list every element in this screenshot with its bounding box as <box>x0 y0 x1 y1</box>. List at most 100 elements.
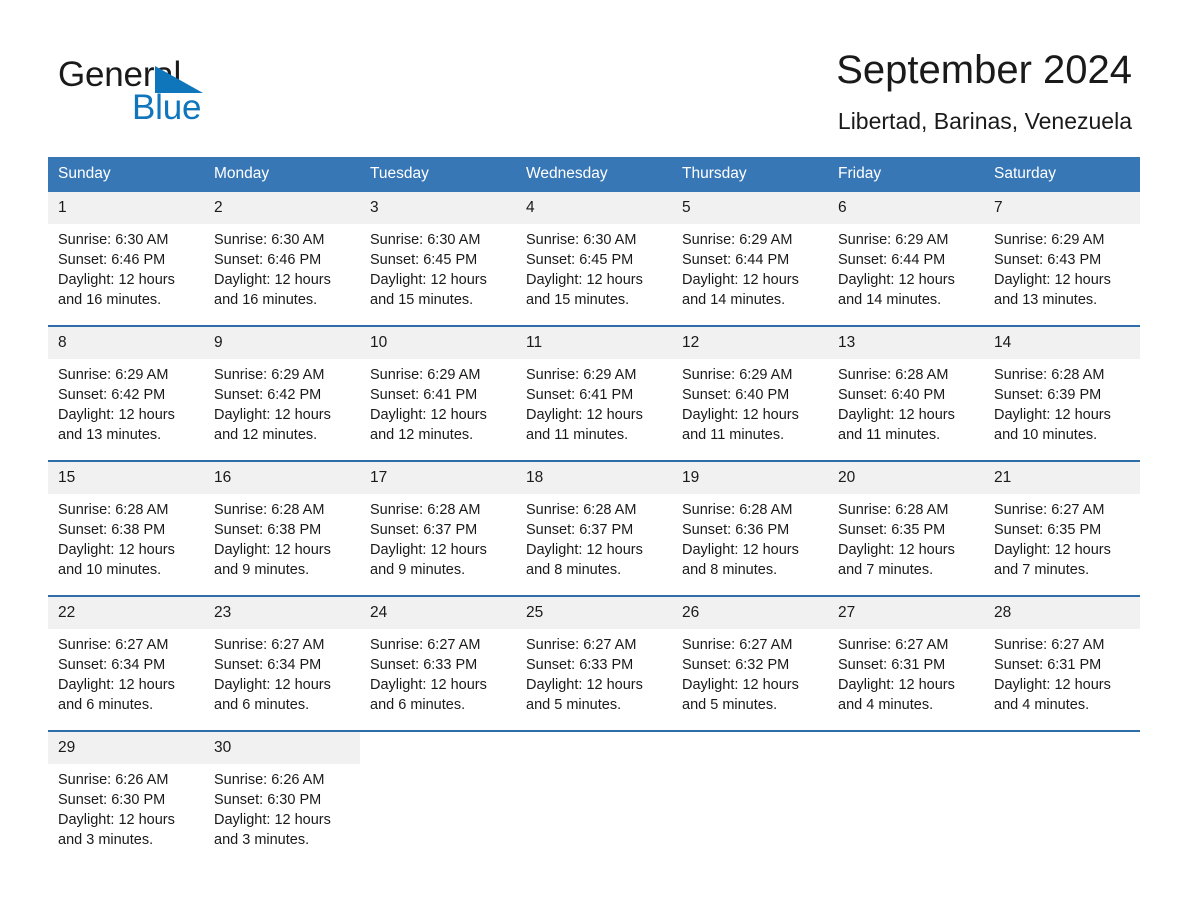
day-cell[interactable]: 18 Sunrise: 6:28 AM Sunset: 6:37 PM Dayl… <box>516 460 672 596</box>
daylight-text: Daylight: 12 hours and 16 minutes. <box>214 272 331 308</box>
weekday-header-saturday: Saturday <box>984 157 1140 192</box>
title-block: September 2024 Libertad, Barinas, Venezu… <box>836 46 1132 135</box>
day-cell[interactable]: 7 Sunrise: 6:29 AM Sunset: 6:43 PM Dayli… <box>984 192 1140 326</box>
day-cell[interactable]: 17 Sunrise: 6:28 AM Sunset: 6:37 PM Dayl… <box>360 460 516 596</box>
day-number: 24 <box>360 597 516 629</box>
sunset-text: Sunset: 6:38 PM <box>58 522 166 538</box>
daylight-text: Daylight: 12 hours and 14 minutes. <box>682 272 799 308</box>
day-number: 6 <box>828 192 984 224</box>
day-details: Sunrise: 6:28 AM Sunset: 6:38 PM Dayligh… <box>48 494 204 580</box>
day-cell[interactable]: 9 Sunrise: 6:29 AM Sunset: 6:42 PM Dayli… <box>204 325 360 461</box>
day-cell[interactable]: 20 Sunrise: 6:28 AM Sunset: 6:35 PM Dayl… <box>828 460 984 596</box>
sunset-text: Sunset: 6:45 PM <box>370 252 478 268</box>
day-number: 25 <box>516 597 672 629</box>
day-cell[interactable]: 28 Sunrise: 6:27 AM Sunset: 6:31 PM Dayl… <box>984 595 1140 731</box>
day-cell[interactable]: 14 Sunrise: 6:28 AM Sunset: 6:39 PM Dayl… <box>984 325 1140 461</box>
week-row: 29 Sunrise: 6:26 AM Sunset: 6:30 PM Dayl… <box>48 730 1140 865</box>
sunset-text: Sunset: 6:33 PM <box>526 657 634 673</box>
day-cell[interactable]: 15 Sunrise: 6:28 AM Sunset: 6:38 PM Dayl… <box>48 460 204 596</box>
sunrise-text: Sunrise: 6:29 AM <box>370 367 481 383</box>
day-number: 23 <box>204 597 360 629</box>
day-number: 17 <box>360 462 516 494</box>
day-cell[interactable]: 11 Sunrise: 6:29 AM Sunset: 6:41 PM Dayl… <box>516 325 672 461</box>
daylight-text: Daylight: 12 hours and 15 minutes. <box>370 272 487 308</box>
sunrise-text: Sunrise: 6:27 AM <box>994 637 1105 653</box>
day-cell[interactable]: 24 Sunrise: 6:27 AM Sunset: 6:33 PM Dayl… <box>360 595 516 731</box>
daylight-text: Daylight: 12 hours and 4 minutes. <box>838 677 955 713</box>
daylight-text: Daylight: 12 hours and 11 minutes. <box>526 407 643 443</box>
day-cell[interactable]: 22 Sunrise: 6:27 AM Sunset: 6:34 PM Dayl… <box>48 595 204 731</box>
daylight-text: Daylight: 12 hours and 9 minutes. <box>370 542 487 578</box>
day-number <box>984 732 1140 764</box>
sunrise-sunset-calendar: Sunday Monday Tuesday Wednesday Thursday… <box>48 157 1140 865</box>
day-cell[interactable]: 26 Sunrise: 6:27 AM Sunset: 6:32 PM Dayl… <box>672 595 828 731</box>
day-cell[interactable]: 25 Sunrise: 6:27 AM Sunset: 6:33 PM Dayl… <box>516 595 672 731</box>
day-cell[interactable]: 19 Sunrise: 6:28 AM Sunset: 6:36 PM Dayl… <box>672 460 828 596</box>
calendar-page: General Blue September 2024 Libertad, Ba… <box>0 0 1188 918</box>
sunrise-text: Sunrise: 6:27 AM <box>838 637 949 653</box>
sunset-text: Sunset: 6:32 PM <box>682 657 790 673</box>
day-cell[interactable]: 8 Sunrise: 6:29 AM Sunset: 6:42 PM Dayli… <box>48 325 204 461</box>
day-number: 20 <box>828 462 984 494</box>
day-cell[interactable]: 21 Sunrise: 6:27 AM Sunset: 6:35 PM Dayl… <box>984 460 1140 596</box>
calendar-body: 1 Sunrise: 6:30 AM Sunset: 6:46 PM Dayli… <box>48 192 1140 865</box>
day-cell[interactable]: 13 Sunrise: 6:28 AM Sunset: 6:40 PM Dayl… <box>828 325 984 461</box>
sunrise-text: Sunrise: 6:28 AM <box>994 367 1105 383</box>
day-cell[interactable]: 3 Sunrise: 6:30 AM Sunset: 6:45 PM Dayli… <box>360 192 516 326</box>
day-cell-empty <box>828 730 984 865</box>
day-cell-empty <box>360 730 516 865</box>
daylight-text: Daylight: 12 hours and 13 minutes. <box>994 272 1111 308</box>
sunset-text: Sunset: 6:34 PM <box>58 657 166 673</box>
sunset-text: Sunset: 6:42 PM <box>214 387 322 403</box>
daylight-text: Daylight: 12 hours and 8 minutes. <box>682 542 799 578</box>
day-cell[interactable]: 1 Sunrise: 6:30 AM Sunset: 6:46 PM Dayli… <box>48 192 204 326</box>
daylight-text: Daylight: 12 hours and 6 minutes. <box>214 677 331 713</box>
day-details: Sunrise: 6:30 AM Sunset: 6:45 PM Dayligh… <box>360 224 516 310</box>
sunset-text: Sunset: 6:40 PM <box>682 387 790 403</box>
day-cell[interactable]: 2 Sunrise: 6:30 AM Sunset: 6:46 PM Dayli… <box>204 192 360 326</box>
sunrise-text: Sunrise: 6:27 AM <box>682 637 793 653</box>
sunrise-text: Sunrise: 6:29 AM <box>994 232 1105 248</box>
daylight-text: Daylight: 12 hours and 13 minutes. <box>58 407 175 443</box>
day-details: Sunrise: 6:28 AM Sunset: 6:35 PM Dayligh… <box>828 494 984 580</box>
day-cell[interactable]: 10 Sunrise: 6:29 AM Sunset: 6:41 PM Dayl… <box>360 325 516 461</box>
day-details: Sunrise: 6:27 AM Sunset: 6:35 PM Dayligh… <box>984 494 1140 580</box>
day-cell[interactable]: 23 Sunrise: 6:27 AM Sunset: 6:34 PM Dayl… <box>204 595 360 731</box>
day-number: 15 <box>48 462 204 494</box>
day-cell[interactable]: 27 Sunrise: 6:27 AM Sunset: 6:31 PM Dayl… <box>828 595 984 731</box>
daylight-text: Daylight: 12 hours and 12 minutes. <box>214 407 331 443</box>
sunrise-text: Sunrise: 6:27 AM <box>58 637 169 653</box>
day-cell[interactable]: 29 Sunrise: 6:26 AM Sunset: 6:30 PM Dayl… <box>48 730 204 865</box>
sunrise-text: Sunrise: 6:28 AM <box>838 367 949 383</box>
day-cell[interactable]: 12 Sunrise: 6:29 AM Sunset: 6:40 PM Dayl… <box>672 325 828 461</box>
daylight-text: Daylight: 12 hours and 11 minutes. <box>838 407 955 443</box>
sunset-text: Sunset: 6:33 PM <box>370 657 478 673</box>
day-cell[interactable]: 6 Sunrise: 6:29 AM Sunset: 6:44 PM Dayli… <box>828 192 984 326</box>
sunrise-text: Sunrise: 6:29 AM <box>58 367 169 383</box>
day-cell-empty <box>672 730 828 865</box>
general-blue-logo[interactable]: General Blue <box>58 55 388 135</box>
weekday-header-wednesday: Wednesday <box>516 157 672 192</box>
day-details: Sunrise: 6:29 AM Sunset: 6:42 PM Dayligh… <box>48 359 204 445</box>
sunrise-text: Sunrise: 6:27 AM <box>526 637 637 653</box>
sunrise-text: Sunrise: 6:28 AM <box>682 502 793 518</box>
day-number: 27 <box>828 597 984 629</box>
sunset-text: Sunset: 6:34 PM <box>214 657 322 673</box>
day-cell[interactable]: 30 Sunrise: 6:26 AM Sunset: 6:30 PM Dayl… <box>204 730 360 865</box>
sunset-text: Sunset: 6:43 PM <box>994 252 1102 268</box>
day-cell[interactable]: 5 Sunrise: 6:29 AM Sunset: 6:44 PM Dayli… <box>672 192 828 326</box>
sunset-text: Sunset: 6:30 PM <box>58 792 166 808</box>
sunrise-text: Sunrise: 6:26 AM <box>214 772 325 788</box>
sunset-text: Sunset: 6:41 PM <box>526 387 634 403</box>
page-subtitle: Libertad, Barinas, Venezuela <box>837 108 1132 134</box>
day-details: Sunrise: 6:29 AM Sunset: 6:42 PM Dayligh… <box>204 359 360 445</box>
sunrise-text: Sunrise: 6:29 AM <box>682 232 793 248</box>
sunset-text: Sunset: 6:31 PM <box>838 657 946 673</box>
day-cell[interactable]: 16 Sunrise: 6:28 AM Sunset: 6:38 PM Dayl… <box>204 460 360 596</box>
sunrise-text: Sunrise: 6:29 AM <box>838 232 949 248</box>
day-cell[interactable]: 4 Sunrise: 6:30 AM Sunset: 6:45 PM Dayli… <box>516 192 672 326</box>
weekday-header-thursday: Thursday <box>672 157 828 192</box>
day-details: Sunrise: 6:29 AM Sunset: 6:44 PM Dayligh… <box>672 224 828 310</box>
sunrise-text: Sunrise: 6:28 AM <box>838 502 949 518</box>
daylight-text: Daylight: 12 hours and 8 minutes. <box>526 542 643 578</box>
